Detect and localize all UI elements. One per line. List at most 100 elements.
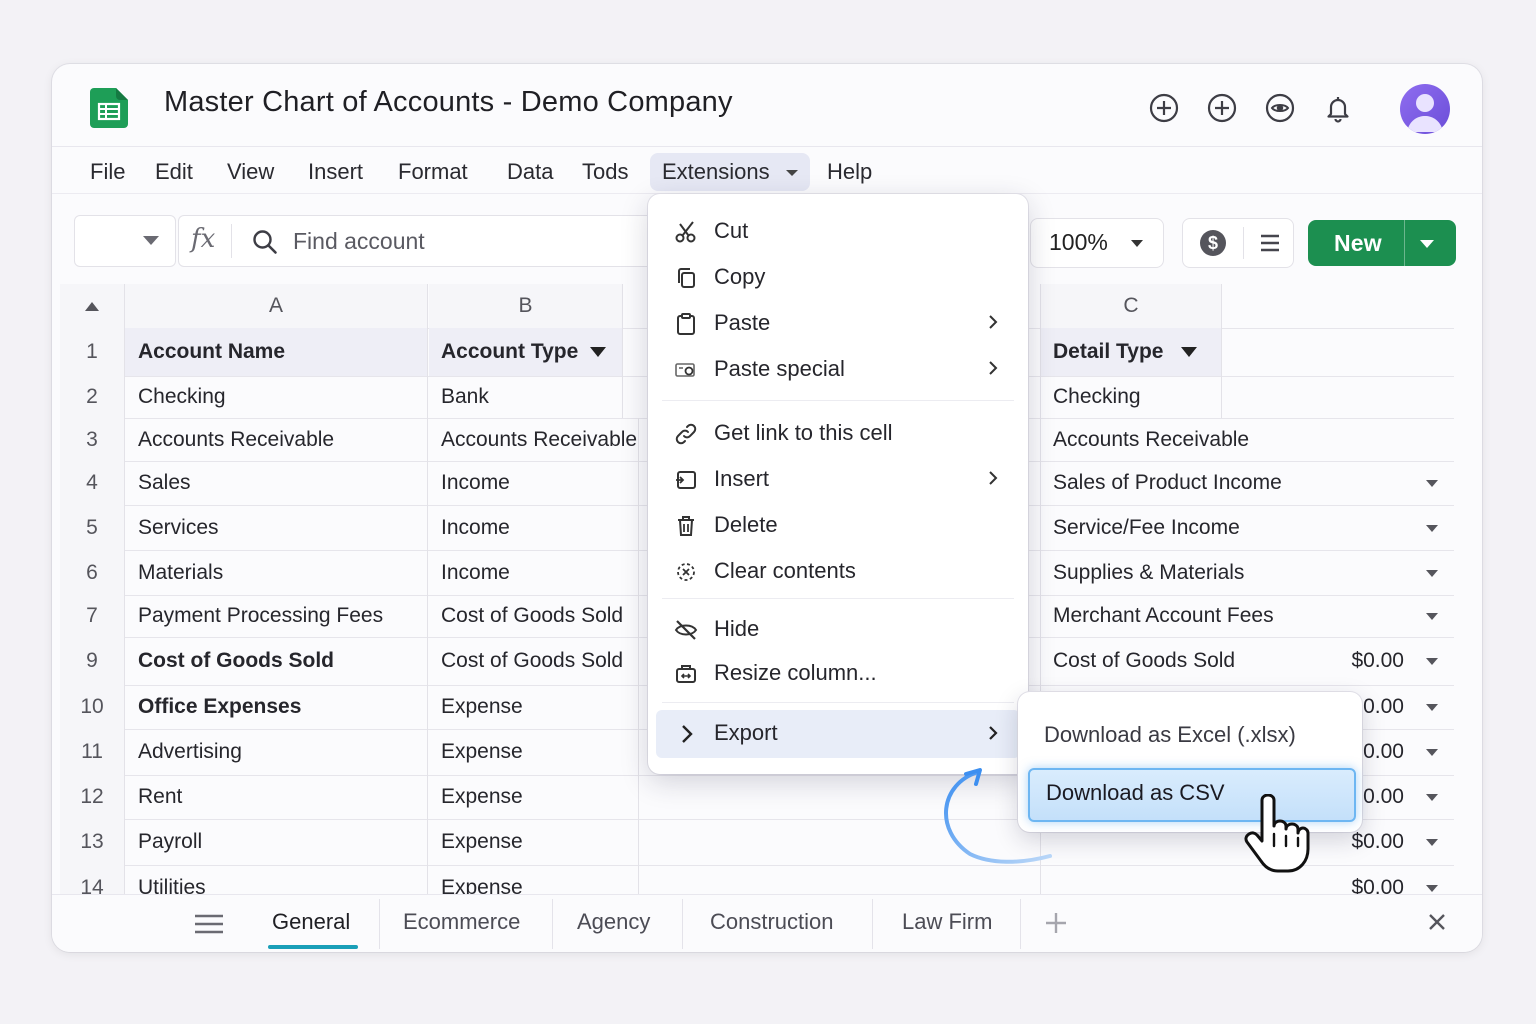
cell-c[interactable]: Cost of Goods Sold $0.00 xyxy=(1040,637,1454,685)
menu-item-cut[interactable]: Cut xyxy=(656,210,1020,252)
column-header-a[interactable]: A xyxy=(125,284,428,328)
cell-c[interactable]: Service/Fee Income xyxy=(1040,505,1454,550)
add-sheet-icon[interactable] xyxy=(1044,911,1068,935)
cell-a[interactable]: Account Name xyxy=(125,328,428,376)
cell-b[interactable]: Bank xyxy=(429,376,623,418)
cell-c[interactable]: Checking xyxy=(1040,376,1222,418)
menu-tods[interactable]: Tods xyxy=(582,159,628,185)
avatar[interactable] xyxy=(1400,84,1450,134)
search-input[interactable]: Find account xyxy=(293,228,425,255)
cell-a[interactable]: Advertising xyxy=(125,729,428,775)
chevron-down-icon[interactable] xyxy=(1420,240,1434,248)
new-button[interactable]: New xyxy=(1308,220,1456,266)
menu-help[interactable]: Help xyxy=(827,159,872,185)
menu-format[interactable]: Format xyxy=(398,159,468,185)
column-header-c[interactable]: C xyxy=(1040,284,1222,328)
cell-a[interactable]: Cost of Goods Sold xyxy=(125,637,428,685)
row-number[interactable]: 4 xyxy=(60,461,125,505)
menu-item-hide[interactable]: Hide xyxy=(656,608,1020,650)
chevron-down-icon[interactable] xyxy=(1426,569,1438,577)
eye-icon[interactable] xyxy=(1264,92,1296,124)
tab-law-firm[interactable]: Law Firm xyxy=(902,909,992,935)
chevron-down-icon[interactable] xyxy=(1426,524,1438,532)
cell-b[interactable]: Expense xyxy=(429,729,639,775)
cell-a[interactable]: Accounts Receivable xyxy=(125,418,428,461)
chevron-down-icon[interactable] xyxy=(143,236,159,245)
cell-c[interactable]: Supplies & Materials xyxy=(1040,550,1454,595)
menu-item-paste-special[interactable]: Paste special xyxy=(656,348,1020,390)
cell-b[interactable]: Accounts Receivable xyxy=(429,418,639,461)
chevron-down-icon[interactable] xyxy=(1426,613,1438,620)
chevron-down-icon[interactable] xyxy=(1426,749,1438,756)
cell-c[interactable]: Sales of Product Income xyxy=(1040,461,1454,505)
menu-file[interactable]: File xyxy=(90,159,125,185)
tab-ecommerce[interactable]: Ecommerce xyxy=(403,909,520,935)
cell-a[interactable]: Materials xyxy=(125,550,428,595)
bell-icon[interactable] xyxy=(1322,92,1354,124)
chevron-down-icon[interactable] xyxy=(1426,704,1438,711)
cell-b[interactable]: Income xyxy=(429,461,639,505)
cell-a[interactable]: Rent xyxy=(125,775,428,819)
menu-item-clear-contents[interactable]: Clear contents xyxy=(656,550,1020,592)
tab-agency[interactable]: Agency xyxy=(577,909,650,935)
menu-edit[interactable]: Edit xyxy=(155,159,193,185)
document-title[interactable]: Master Chart of Accounts - Demo Company xyxy=(164,86,733,119)
cell-b[interactable]: Expense xyxy=(429,685,639,729)
menu-item-insert[interactable]: Insert xyxy=(656,458,1020,500)
cell-a[interactable]: Checking xyxy=(125,376,428,418)
cell-a[interactable]: Payment Processing Fees xyxy=(125,595,428,637)
name-box[interactable] xyxy=(74,215,176,267)
menu-item-export[interactable]: Export xyxy=(656,710,1020,758)
row-number[interactable]: 1 xyxy=(60,328,125,376)
menu-item-download-xlsx[interactable]: Download as Excel (.xlsx) xyxy=(1028,710,1352,760)
chevron-down-icon[interactable] xyxy=(1426,839,1438,846)
menu-item-paste[interactable]: Paste xyxy=(656,302,1020,344)
cell-a[interactable]: Sales xyxy=(125,461,428,505)
cell-a[interactable]: Utilities xyxy=(125,865,428,894)
row-number[interactable]: 14 xyxy=(60,865,125,894)
cell-b[interactable]: Expense xyxy=(429,775,639,819)
currency-icon[interactable]: $ xyxy=(1199,229,1227,257)
menu-item-resize-column[interactable]: Resize column... xyxy=(656,652,1020,694)
cell-c[interactable]: Detail Type xyxy=(1040,328,1222,376)
row-number[interactable]: 11 xyxy=(60,729,125,775)
menu-item-delete[interactable]: Delete xyxy=(656,504,1020,546)
select-all-corner[interactable] xyxy=(60,284,125,328)
zoom-select[interactable]: 100% xyxy=(1030,218,1164,268)
menu-insert[interactable]: Insert xyxy=(308,159,363,185)
cell-b[interactable]: Income xyxy=(429,550,639,595)
cell-b[interactable]: Account Type xyxy=(429,328,623,376)
chevron-down-icon[interactable] xyxy=(1426,480,1438,487)
menu-extensions[interactable]: Extensions xyxy=(650,153,810,191)
close-icon[interactable] xyxy=(1428,913,1446,931)
align-icon[interactable] xyxy=(1259,233,1281,253)
row-number[interactable]: 10 xyxy=(60,685,125,729)
cell-c[interactable]: Merchant Account Fees xyxy=(1040,595,1454,637)
column-header-b[interactable]: B xyxy=(429,284,623,328)
row-number[interactable]: 12 xyxy=(60,775,125,819)
all-sheets-menu-icon[interactable] xyxy=(194,913,224,935)
cell-c[interactable]: Accounts Receivable xyxy=(1040,418,1454,461)
menu-item-copy[interactable]: Copy xyxy=(656,256,1020,298)
row-number[interactable]: 3 xyxy=(60,418,125,461)
filter-icon[interactable] xyxy=(590,347,607,357)
sheets-logo-icon[interactable] xyxy=(90,88,128,128)
row-number[interactable]: 13 xyxy=(60,819,125,865)
row-number[interactable]: 2 xyxy=(60,376,125,418)
menu-item-get-link[interactable]: Get link to this cell xyxy=(656,412,1020,454)
menu-data[interactable]: Data xyxy=(507,159,553,185)
row-number[interactable]: 7 xyxy=(60,595,125,637)
add-circle-icon[interactable] xyxy=(1148,92,1180,124)
tab-construction[interactable]: Construction xyxy=(710,909,834,935)
cell-a[interactable]: Payroll xyxy=(125,819,428,865)
row-number[interactable]: 9 xyxy=(60,637,125,685)
filter-icon[interactable] xyxy=(1181,347,1198,357)
chevron-down-icon[interactable] xyxy=(1426,794,1438,801)
formula-search-bar[interactable]: fx Find account xyxy=(178,215,660,267)
cell-b[interactable]: Cost of Goods Sold xyxy=(429,637,639,685)
cell-b[interactable]: Income xyxy=(429,505,639,550)
cell-b[interactable]: Cost of Goods Sold xyxy=(429,595,639,637)
row-number[interactable]: 5 xyxy=(60,505,125,550)
cell-a[interactable]: Office Expenses xyxy=(125,685,428,729)
cell-b[interactable]: Expense xyxy=(429,819,639,865)
